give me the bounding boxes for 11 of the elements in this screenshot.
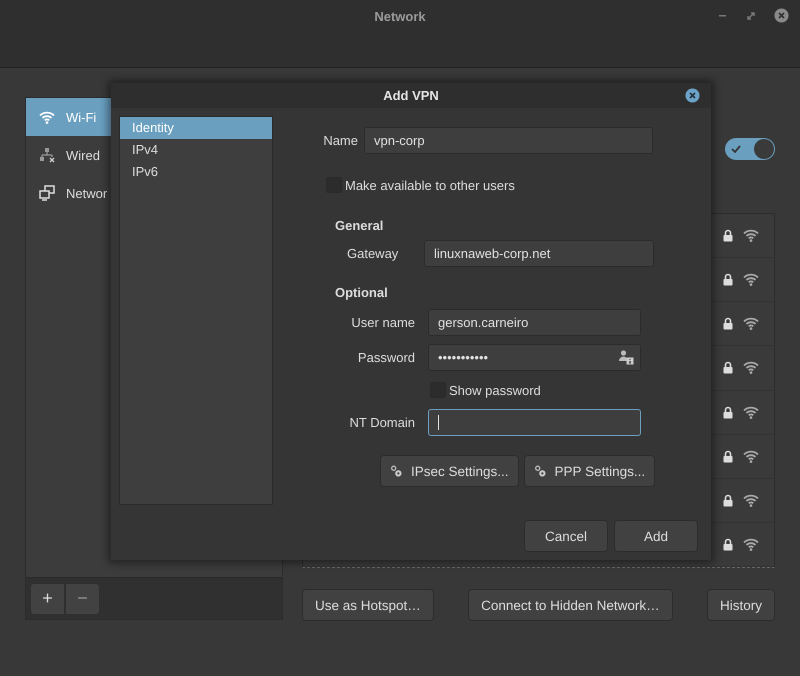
field-label: NT Domain — [348, 415, 415, 430]
dialog-title: Add VPN — [383, 88, 439, 103]
field-label: Password — [356, 350, 415, 365]
field-label: Gateway — [347, 246, 398, 261]
section-heading: Optional — [335, 285, 389, 301]
checkbox-label: Show password — [449, 382, 541, 398]
section-heading: General — [335, 218, 384, 234]
field-label: Name — [323, 133, 358, 148]
checkbox-label: Make available to other users — [345, 178, 515, 192]
window-title: Network — [374, 9, 426, 25]
field-label: User name — [350, 315, 415, 330]
